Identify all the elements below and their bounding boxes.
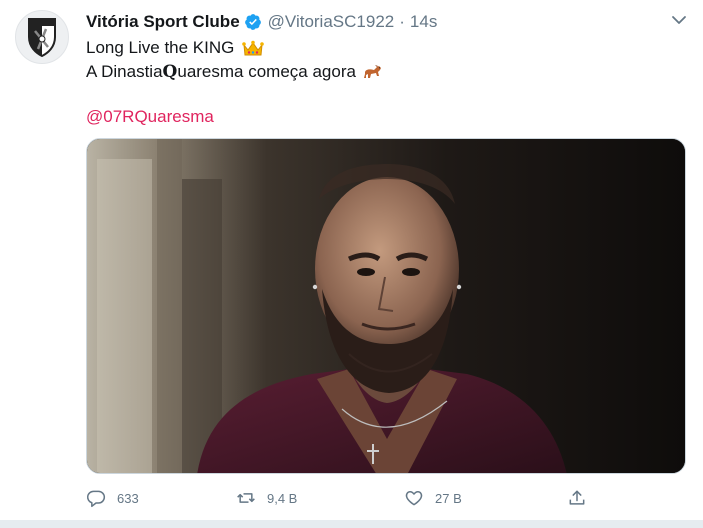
tweet-card[interactable]: Vitória Sport Clube @VitoriaSC1922 · 14s… bbox=[0, 0, 703, 520]
author-handle[interactable]: @VitoriaSC1922 bbox=[268, 12, 395, 32]
reply-icon bbox=[86, 490, 106, 508]
timestamp[interactable]: 14s bbox=[410, 12, 437, 32]
verified-badge-icon bbox=[244, 14, 261, 30]
author-name[interactable]: Vitória Sport Clube bbox=[86, 12, 240, 32]
retweet-button[interactable]: 9,4 B bbox=[236, 486, 297, 510]
tweet-text-quaresma: uaresma começa agora bbox=[177, 62, 356, 81]
retweet-icon bbox=[237, 493, 255, 503]
tweet-header: Vitória Sport Clube @VitoriaSC1922 · 14s bbox=[86, 11, 437, 33]
like-count: 27 B bbox=[435, 490, 462, 506]
tweet-text-line-1: Long Live the KING bbox=[86, 38, 265, 58]
club-crest-logo bbox=[28, 18, 56, 57]
crown-emoji-icon bbox=[242, 40, 265, 55]
chevron-down-icon[interactable] bbox=[668, 12, 690, 28]
video-thumbnail bbox=[87, 139, 685, 473]
heart-icon bbox=[405, 491, 423, 506]
share-icon bbox=[569, 490, 585, 505]
horse-emoji-icon bbox=[363, 65, 381, 78]
reply-button[interactable]: 633 bbox=[86, 486, 139, 510]
tweet-text-long-live: Long Live the KING bbox=[86, 38, 235, 57]
tweet-text-dinastia: A Dinastia bbox=[86, 62, 163, 81]
reply-count: 633 bbox=[117, 490, 139, 506]
tweet-text-gothic-q: Q bbox=[162, 62, 178, 82]
retweet-count: 9,4 B bbox=[267, 490, 298, 506]
separator-dot: · bbox=[399, 12, 405, 31]
avatar[interactable] bbox=[15, 10, 69, 64]
mention-link[interactable]: @07RQuaresma bbox=[86, 107, 214, 127]
tweet-actions: 633 9,4 B 27 B bbox=[86, 486, 686, 510]
like-button[interactable]: 27 B bbox=[404, 486, 462, 510]
share-button[interactable] bbox=[567, 486, 587, 510]
video-player[interactable] bbox=[86, 138, 686, 474]
timeline-divider bbox=[0, 520, 703, 528]
tweet-text-line-2: A Dinastia Quaresma começa agora bbox=[86, 62, 384, 82]
